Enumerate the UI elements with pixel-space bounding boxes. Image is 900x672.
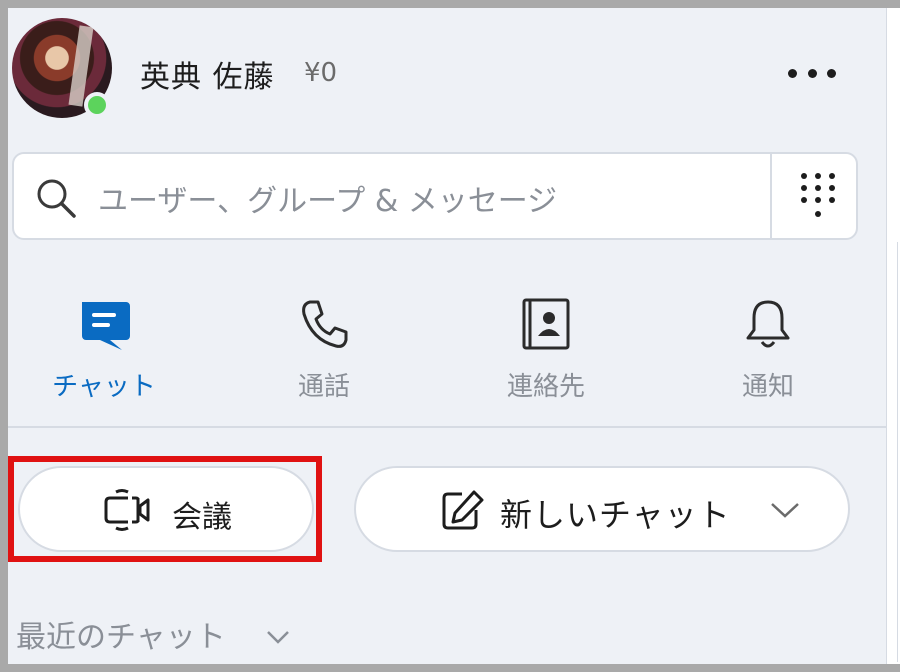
nav-divider bbox=[8, 426, 886, 428]
chevron-down-icon[interactable] bbox=[264, 628, 292, 648]
contacts-icon bbox=[522, 298, 570, 350]
chevron-down-icon[interactable] bbox=[768, 498, 802, 522]
tab-notifications[interactable]: 通知 bbox=[678, 296, 858, 406]
tab-chat-label: チャット bbox=[52, 372, 156, 402]
chat-icon bbox=[82, 302, 130, 350]
tab-calls-label: 通話 bbox=[297, 372, 350, 402]
tab-contacts[interactable]: 連絡先 bbox=[456, 296, 636, 406]
app-frame: 英典 佐藤 ¥0 ユーザー、グループ & メッセージ チャット 通話 連絡先 通… bbox=[0, 0, 900, 672]
recent-chats-header[interactable]: 最近のチャット bbox=[16, 612, 226, 656]
more-horizontal-icon[interactable] bbox=[782, 60, 842, 86]
phone-icon bbox=[302, 300, 348, 348]
search-bar[interactable]: ユーザー、グループ & メッセージ bbox=[12, 152, 858, 240]
dialpad-icon[interactable] bbox=[796, 170, 840, 226]
new-chat-button[interactable]: 新しいチャット bbox=[354, 466, 850, 552]
skype-credit-balance[interactable]: ¥0 bbox=[304, 58, 337, 88]
search-input[interactable]: ユーザー、グループ & メッセージ bbox=[98, 176, 557, 220]
search-icon bbox=[37, 179, 76, 218]
tab-chat[interactable]: チャット bbox=[14, 296, 194, 406]
pane-divider bbox=[886, 8, 900, 664]
meet-now-button[interactable]: 会議 bbox=[18, 466, 314, 552]
tab-contacts-label: 連絡先 bbox=[506, 372, 585, 402]
tab-calls[interactable]: 通話 bbox=[234, 296, 414, 406]
new-chat-label: 新しいチャット bbox=[500, 496, 731, 534]
compose-icon bbox=[442, 490, 484, 530]
user-name[interactable]: 英典 佐藤 bbox=[140, 52, 275, 96]
sidebar-panel: 英典 佐藤 ¥0 ユーザー、グループ & メッセージ チャット 通話 連絡先 通… bbox=[8, 8, 886, 664]
meet-now-label: 会議 bbox=[172, 500, 232, 535]
bell-icon bbox=[746, 300, 790, 348]
tab-notifications-label: 通知 bbox=[741, 372, 794, 402]
presence-status-icon bbox=[84, 92, 110, 118]
search-divider bbox=[770, 154, 772, 238]
video-camera-icon bbox=[104, 489, 150, 531]
